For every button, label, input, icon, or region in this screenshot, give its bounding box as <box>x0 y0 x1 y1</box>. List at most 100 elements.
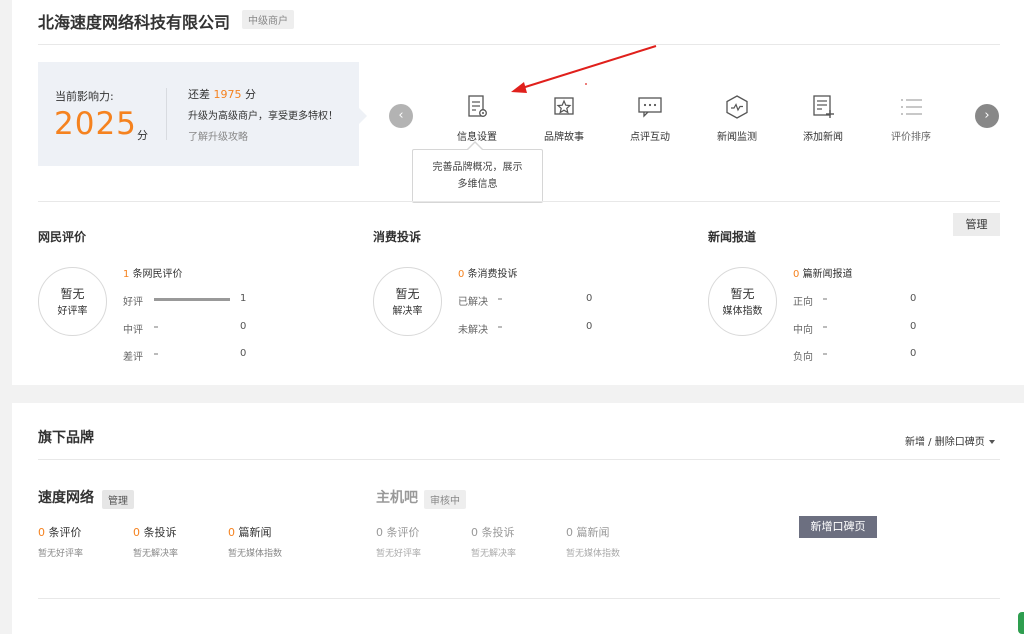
header-divider <box>38 44 1000 45</box>
influence-box: 当前影响力: 2025 分 还差 1975 分 升级为高级商户，享受更多特权！ … <box>38 62 359 166</box>
news-count-label: 篇新闻报道 <box>802 269 853 280</box>
manage-button[interactable]: 管理 <box>953 213 1000 236</box>
brand-review-count[interactable]: 0 条评价 <box>38 524 82 540</box>
tooltip-line1: 完善品牌概况，展示 <box>432 162 523 173</box>
brand-complaint-sub: 暂无解决率 <box>471 549 517 559</box>
news-positive-bar <box>823 298 827 300</box>
reviews-count-label: 条网民评价 <box>132 269 183 280</box>
complaint-resolved-value: 0 <box>586 293 593 304</box>
ring-bottom-text: 媒体指数 <box>722 306 763 317</box>
influence-box-pointer <box>359 108 367 124</box>
brand-complaint-count[interactable]: 0 条投诉 <box>133 524 177 540</box>
brand-review-sub: 暂无好评率 <box>376 549 422 559</box>
feature-review-sort[interactable]: 评价排序 <box>876 92 946 143</box>
complaints-count-value: 0 <box>458 269 465 280</box>
brands-divider <box>38 459 1000 460</box>
complaints-title: 消费投诉 <box>373 230 422 244</box>
brand-review-sub: 暂无好评率 <box>38 549 84 559</box>
influence-score: 2025 <box>54 106 137 142</box>
stat-value: 0 <box>566 526 573 539</box>
complaint-unresolved-value: 0 <box>586 321 593 332</box>
caret-down-icon <box>988 440 995 444</box>
stat-value: 0 <box>376 526 383 539</box>
news-index-ring: 暂无 媒体指数 <box>708 267 777 336</box>
news-count-value: 0 <box>793 269 800 280</box>
review-negative-value: 0 <box>240 348 247 359</box>
review-negative-label: 差评 <box>123 352 143 363</box>
document-settings-icon <box>468 95 487 117</box>
brand-review-count: 0 条评价 <box>376 524 420 540</box>
gap-value: 1975 <box>213 88 242 101</box>
new-brand-page-button[interactable]: 新增口碑页 <box>799 516 877 538</box>
star-frame-icon <box>554 97 574 115</box>
review-neutral-bar <box>154 326 158 328</box>
influence-label: 当前影响力: <box>55 90 114 103</box>
company-name: 北海速度网络科技有限公司 <box>38 13 231 32</box>
feature-tooltip: 完善品牌概况，展示 多维信息 <box>412 149 543 203</box>
section-divider <box>38 201 1000 202</box>
reviews-count-value: 1 <box>123 269 130 280</box>
carousel-next-button[interactable]: › <box>975 104 999 128</box>
add-delete-page-dropdown[interactable]: 新增 / 删除口碑页 <box>905 433 995 448</box>
reviews-title: 网民评价 <box>38 230 87 244</box>
review-positive-value: 1 <box>240 293 247 304</box>
news-neutral-bar <box>823 326 827 328</box>
hexagon-pulse-icon <box>726 95 748 119</box>
feature-brand-story[interactable]: 品牌故事 <box>529 92 599 143</box>
floating-edge-tab[interactable] <box>1018 612 1024 634</box>
feature-review-interaction[interactable]: 点评互动 <box>615 92 685 143</box>
brand-news-sub: 暂无媒体指数 <box>228 549 283 559</box>
gap-prefix: 还差 <box>188 88 210 101</box>
brand-name[interactable]: 速度网络 <box>38 487 94 507</box>
influence-divider <box>166 88 167 140</box>
news-positive-value: 0 <box>910 293 917 304</box>
ring-bottom-text: 好评率 <box>57 306 88 317</box>
review-negative-bar <box>154 353 158 355</box>
ring-top-text: 暂无 <box>395 287 420 301</box>
brands-bottom-divider <box>38 598 1000 599</box>
news-negative-value: 0 <box>910 348 917 359</box>
stat-label: 条投诉 <box>143 526 177 539</box>
news-negative-label: 负向 <box>793 352 813 363</box>
list-order-icon <box>901 99 922 115</box>
news-neutral-label: 中向 <box>793 325 813 336</box>
upgrade-link[interactable]: 了解升级攻略 <box>188 128 248 143</box>
feature-info-settings[interactable]: 信息设置 <box>442 92 512 143</box>
stat-label: 条评价 <box>48 526 82 539</box>
brand-complaint-sub: 暂无解决率 <box>133 549 179 559</box>
chevron-right-icon: › <box>984 108 990 123</box>
complaint-unresolved-bar <box>498 326 502 328</box>
reviews-rate-ring: 暂无 好评率 <box>38 267 107 336</box>
news-negative-bar <box>823 353 827 355</box>
brands-title: 旗下品牌 <box>38 430 94 446</box>
feature-add-news[interactable]: 添加新闻 <box>788 92 858 143</box>
carousel-prev-button[interactable]: ‹ <box>389 104 413 128</box>
stat-label: 篇新闻 <box>238 526 272 539</box>
stat-label: 条投诉 <box>481 526 515 539</box>
influence-gap: 还差 1975 分 <box>188 86 256 102</box>
feature-news-monitor[interactable]: 新闻监测 <box>702 92 772 143</box>
brand-manage-tag[interactable]: 管理 <box>102 490 134 509</box>
brand-news-count[interactable]: 0 篇新闻 <box>228 524 272 540</box>
add-delete-label: 新增 / 删除口碑页 <box>905 437 985 448</box>
feature-label: 点评互动 <box>630 132 670 143</box>
brand-review-status-tag: 审核中 <box>424 490 466 509</box>
tooltip-pointer-fill <box>468 143 482 150</box>
chat-bubble-icon <box>638 97 662 118</box>
brand-news-sub: 暂无媒体指数 <box>566 549 621 559</box>
upgrade-text: 升级为高级商户，享受更多特权！ <box>188 111 338 122</box>
complaints-rate-ring: 暂无 解决率 <box>373 267 442 336</box>
review-positive-bar <box>154 298 230 301</box>
tier-badge: 中级商户 <box>242 10 294 29</box>
stat-value: 0 <box>133 526 140 539</box>
gap-unit: 分 <box>245 88 256 101</box>
ring-top-text: 暂无 <box>730 287 755 301</box>
feature-label: 新闻监测 <box>717 132 757 143</box>
brand-name: 主机吧 <box>376 490 418 506</box>
tooltip-line2: 多维信息 <box>457 179 498 190</box>
stat-value: 0 <box>228 526 235 539</box>
news-neutral-value: 0 <box>910 321 917 332</box>
stat-value: 0 <box>471 526 478 539</box>
news-title: 新闻报道 <box>708 230 757 244</box>
stat-value: 0 <box>38 526 45 539</box>
